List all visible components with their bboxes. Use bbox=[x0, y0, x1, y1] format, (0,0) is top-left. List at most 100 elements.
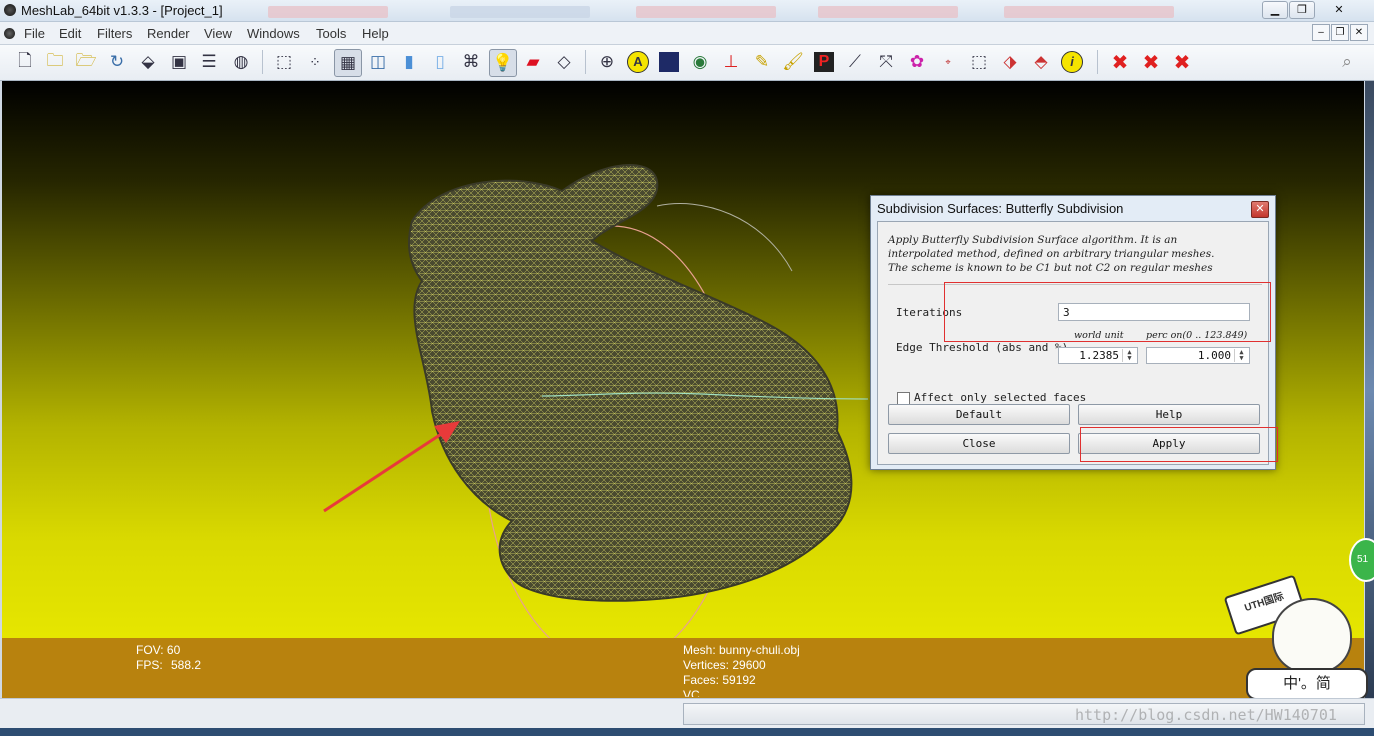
fps-value: 588.2 bbox=[171, 658, 202, 672]
pick-points-icon[interactable]: P bbox=[811, 49, 837, 75]
points-icon[interactable]: ⁘ bbox=[302, 49, 328, 75]
menu-view[interactable]: View bbox=[204, 26, 232, 41]
sphere-icon[interactable]: ⊕ bbox=[594, 49, 620, 75]
globe-view-icon[interactable]: ◍ bbox=[228, 49, 254, 75]
menu-file[interactable]: File bbox=[24, 26, 45, 41]
search-icon[interactable]: ⌕ bbox=[1334, 49, 1360, 75]
mdi-restore-button[interactable]: ❐ bbox=[1331, 24, 1349, 41]
background-tab bbox=[450, 6, 590, 18]
edge-abs-value: 1.2385 bbox=[1079, 349, 1119, 362]
info-icon[interactable]: i bbox=[1059, 49, 1085, 75]
annotation-icon[interactable]: A bbox=[625, 49, 651, 75]
menu-render[interactable]: Render bbox=[147, 26, 190, 41]
toolbar-separator bbox=[585, 50, 586, 74]
mdi-minimize-button[interactable]: – bbox=[1312, 24, 1330, 41]
description-line: The scheme is known to be C1 but not C2 … bbox=[888, 262, 1213, 274]
filter-dialog: Subdivision Surfaces: Butterfly Subdivis… bbox=[870, 195, 1278, 470]
hidden-lines-icon[interactable]: ◫ bbox=[365, 49, 391, 75]
smooth-icon[interactable]: ▯ bbox=[427, 49, 453, 75]
select-vertex-icon[interactable]: ⬚ bbox=[966, 49, 992, 75]
viewport-info-bar: FOV: 60 FPS: 588.2 Mesh: bunny-chuli.obj… bbox=[2, 638, 1364, 698]
default-button[interactable]: Default bbox=[888, 404, 1070, 425]
select-faces-icon[interactable]: ✿ bbox=[904, 49, 930, 75]
window-titlebar: MeshLab_64bit v1.3.3 - [Project_1] ▁ ❐ ✕ bbox=[0, 0, 1374, 22]
affect-selected-label: Affect only selected faces bbox=[914, 391, 1087, 404]
export-icon[interactable]: ⬙ bbox=[135, 49, 161, 75]
snapshot-icon[interactable]: ▣ bbox=[166, 49, 192, 75]
reload-icon[interactable]: ↻ bbox=[104, 49, 130, 75]
open-project-icon[interactable]: 🗀 bbox=[42, 49, 68, 75]
edit-icon[interactable]: ⬗ bbox=[997, 49, 1023, 75]
edge-threshold-abs-spinbox[interactable]: 1.2385 ▲ ▼ bbox=[1058, 347, 1138, 364]
paint-icon[interactable]: ✎ bbox=[749, 49, 775, 75]
os-taskbar bbox=[0, 728, 1374, 736]
open-mesh-icon[interactable]: 🗁 bbox=[73, 49, 99, 75]
edge-threshold-label: Edge Threshold (abs and %) bbox=[896, 341, 1069, 354]
dialog-body: Apply Butterfly Subdivision Surface algo… bbox=[877, 221, 1278, 465]
wireframe-icon[interactable]: ▦ bbox=[334, 49, 362, 77]
flat-icon[interactable]: ▮ bbox=[396, 49, 422, 75]
vertices-text: Vertices: 29600 bbox=[683, 658, 766, 672]
sticker-characters: 中'。简 bbox=[1246, 668, 1368, 700]
fps-label: FPS: bbox=[136, 658, 163, 672]
delete-both-icon[interactable]: ✖ bbox=[1169, 49, 1195, 75]
spin-arrows-icon[interactable]: ▲ ▼ bbox=[1122, 349, 1136, 362]
toolbar-separator bbox=[262, 50, 263, 74]
new-project-icon[interactable]: 🗋 bbox=[12, 49, 38, 75]
reference-icon[interactable]: ⌖ bbox=[935, 49, 961, 75]
bunny-mesh bbox=[408, 164, 853, 602]
mesh-name-text: Mesh: bunny-chuli.obj bbox=[683, 643, 800, 657]
delete-icon[interactable]: ⬘ bbox=[1028, 49, 1054, 75]
dialog-close-icon[interactable]: ✕ bbox=[1251, 201, 1269, 218]
meshlab-app-icon bbox=[4, 4, 16, 16]
close-window-button[interactable]: ✕ bbox=[1316, 1, 1362, 19]
faces-text: Faces: 59192 bbox=[683, 673, 756, 687]
background-tab bbox=[636, 6, 776, 18]
axis-icon[interactable]: ⊥ bbox=[718, 49, 744, 75]
background-tab bbox=[818, 6, 958, 18]
edge-threshold-perc-spinbox[interactable]: 1.000 ▲ ▼ bbox=[1146, 347, 1250, 364]
sphere-shading-icon[interactable]: ◉ bbox=[687, 49, 713, 75]
filter-description: Apply Butterfly Subdivision Surface algo… bbox=[888, 233, 1258, 275]
help-button[interactable]: Help bbox=[1078, 404, 1260, 425]
menu-tools[interactable]: Tools bbox=[316, 26, 346, 41]
spin-arrows-icon[interactable]: ▲ ▼ bbox=[1234, 349, 1248, 362]
main-toolbar: 🗋 🗀 🗁 ↻ ⬙ ▣ ☰ ◍ ⬚ ⁘ ▦ ◫ ▮ ▯ ⌘ 💡 ▰ ◇ ⊕ A … bbox=[0, 45, 1374, 81]
fancy-light-icon[interactable]: ▰ bbox=[520, 49, 546, 75]
texture-icon[interactable]: ⌘ bbox=[458, 49, 484, 75]
menubar: File Edit Filters Render View Windows To… bbox=[0, 22, 1374, 45]
menu-windows[interactable]: Windows bbox=[247, 26, 300, 41]
window-title: MeshLab_64bit v1.3.3 - [Project_1] bbox=[21, 3, 223, 18]
align-icon[interactable]: ⤧ bbox=[873, 49, 899, 75]
delete-faces-icon[interactable]: ✖ bbox=[1107, 49, 1133, 75]
edge-perc-value: 1.000 bbox=[1197, 349, 1231, 362]
background-tab bbox=[268, 6, 388, 18]
bbox-icon[interactable]: ⬚ bbox=[271, 49, 297, 75]
desktop-background-strip bbox=[1365, 81, 1374, 701]
close-button[interactable]: Close bbox=[888, 433, 1070, 454]
trackball-ring-gray bbox=[656, 203, 793, 272]
description-line: interpolated method, defined on arbitrar… bbox=[888, 248, 1215, 260]
description-line: Apply Butterfly Subdivision Surface algo… bbox=[888, 234, 1178, 246]
menu-filters[interactable]: Filters bbox=[97, 26, 132, 41]
delete-vertices-icon[interactable]: ✖ bbox=[1138, 49, 1164, 75]
mdi-close-button[interactable]: ✕ bbox=[1350, 24, 1368, 41]
light-icon[interactable]: 💡 bbox=[489, 49, 517, 77]
color-info-icon[interactable] bbox=[656, 49, 682, 75]
measure-icon[interactable]: ⟋ bbox=[842, 49, 868, 75]
maximize-button[interactable]: ❐ bbox=[1289, 1, 1315, 19]
highlight-box bbox=[1080, 427, 1278, 462]
brush-icon[interactable]: 🖌 bbox=[780, 49, 806, 75]
layers-icon[interactable]: ☰ bbox=[196, 49, 222, 75]
minimize-button[interactable]: ▁ bbox=[1262, 1, 1288, 19]
document-icon bbox=[4, 28, 15, 39]
highlight-box bbox=[944, 282, 1271, 342]
mascot-egg bbox=[1272, 598, 1352, 674]
fov-text: FOV: 60 bbox=[136, 643, 181, 657]
annotation-arrow bbox=[323, 425, 453, 513]
double-side-icon[interactable]: ◇ bbox=[551, 49, 577, 75]
vc-text: VC bbox=[683, 688, 700, 697]
watermark-text: http://blog.csdn.net/HW140701 bbox=[1075, 706, 1337, 724]
menu-edit[interactable]: Edit bbox=[59, 26, 81, 41]
menu-help[interactable]: Help bbox=[362, 26, 389, 41]
